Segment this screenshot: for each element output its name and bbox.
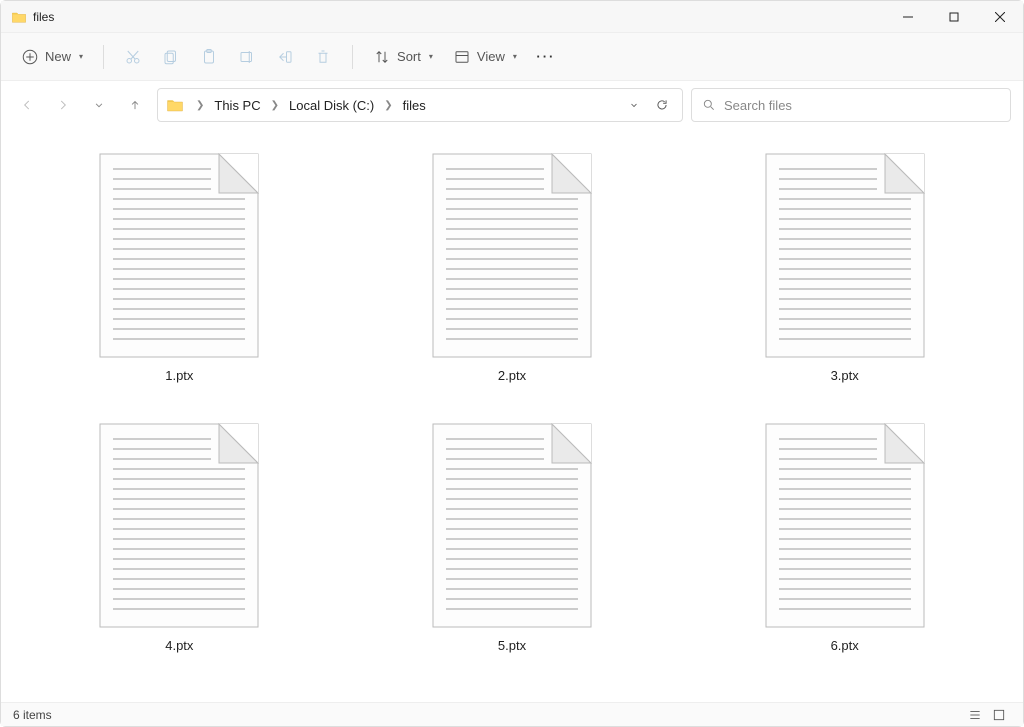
chevron-down-icon: ▾ [79,52,83,61]
back-button[interactable] [13,91,41,119]
file-item[interactable]: 1.ptx [89,153,269,383]
file-label: 2.ptx [498,368,526,383]
window-title: files [33,10,54,24]
sort-button[interactable]: Sort ▾ [365,40,441,74]
file-label: 4.ptx [165,638,193,653]
chevron-right-icon: ❯ [192,100,208,111]
more-button[interactable]: ··· [529,40,563,74]
navrow: ❯ This PC ❯ Local Disk (C:) ❯ files [1,81,1023,129]
breadcrumb-item[interactable]: files [401,96,428,115]
close-button[interactable] [977,1,1023,33]
view-button-label: View [477,49,505,64]
minimize-button[interactable] [885,1,931,33]
search-box[interactable] [691,88,1011,122]
file-item[interactable]: 6.ptx [755,423,935,653]
statusbar: 6 items [1,702,1023,726]
file-label: 6.ptx [831,638,859,653]
icons-view-button[interactable] [987,706,1011,724]
recent-locations-button[interactable] [85,91,113,119]
file-item[interactable]: 4.ptx [89,423,269,653]
toolbar: New ▾ Sort ▾ View ▾ ··· [1,33,1023,81]
document-icon [765,423,925,628]
document-icon [432,423,592,628]
address-dropdown-button[interactable] [622,93,646,117]
document-icon [432,153,592,358]
file-item[interactable]: 5.ptx [422,423,602,653]
titlebar: files [1,1,1023,33]
divider [352,45,353,69]
file-pane[interactable]: 1.ptx 2.ptx 3.ptx 4.ptx 5.ptx 6.ptx [1,129,1023,702]
maximize-button[interactable] [931,1,977,33]
refresh-button[interactable] [650,93,674,117]
cut-button[interactable] [116,40,150,74]
document-icon [765,153,925,358]
copy-button[interactable] [154,40,188,74]
folder-icon [11,9,27,25]
forward-button[interactable] [49,91,77,119]
rename-button[interactable] [230,40,264,74]
file-label: 1.ptx [165,368,193,383]
file-item[interactable]: 2.ptx [422,153,602,383]
document-icon [99,153,259,358]
share-button[interactable] [268,40,302,74]
chevron-right-icon: ❯ [380,100,396,111]
search-icon [702,98,716,112]
file-label: 3.ptx [831,368,859,383]
details-view-button[interactable] [963,706,987,724]
delete-button[interactable] [306,40,340,74]
new-button[interactable]: New ▾ [13,40,91,74]
document-icon [99,423,259,628]
sort-button-label: Sort [397,49,421,64]
address-bar[interactable]: ❯ This PC ❯ Local Disk (C:) ❯ files [157,88,683,122]
chevron-right-icon: ❯ [267,100,283,111]
search-input[interactable] [724,98,1000,113]
folder-icon [166,96,184,114]
file-item[interactable]: 3.ptx [755,153,935,383]
paste-button[interactable] [192,40,226,74]
file-label: 5.ptx [498,638,526,653]
new-button-label: New [45,49,71,64]
breadcrumb-item[interactable]: This PC [212,96,262,115]
breadcrumb-item[interactable]: Local Disk (C:) [287,96,376,115]
view-button[interactable]: View ▾ [445,40,525,74]
chevron-down-icon: ▾ [429,52,433,61]
divider [103,45,104,69]
chevron-down-icon: ▾ [513,52,517,61]
item-count: 6 items [13,708,52,722]
up-button[interactable] [121,91,149,119]
